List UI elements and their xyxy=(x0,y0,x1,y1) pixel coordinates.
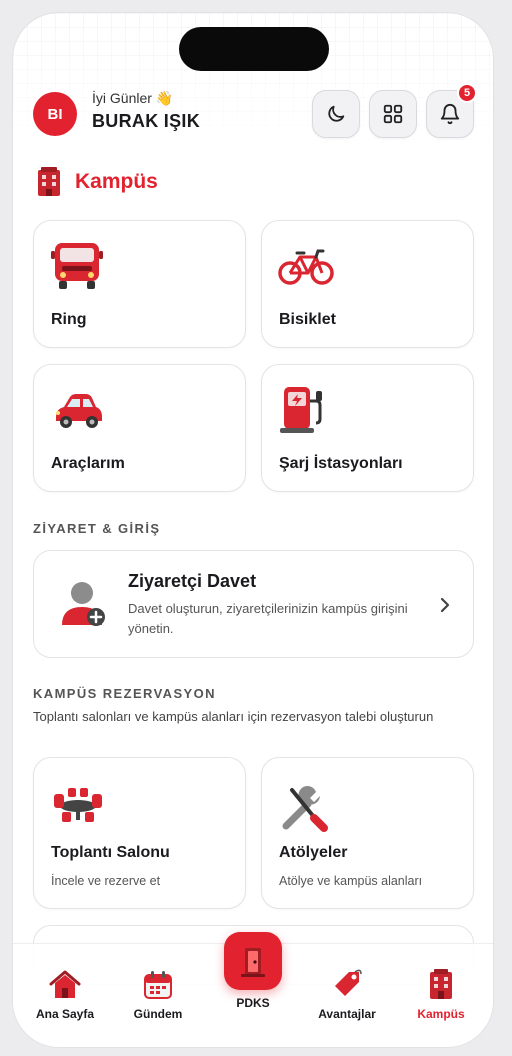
tag-icon xyxy=(302,966,392,1000)
nav-label: PDKS xyxy=(236,996,270,1010)
bus-icon xyxy=(50,239,104,296)
dynamic-island xyxy=(179,27,329,71)
car-icon xyxy=(50,391,106,438)
tools-icon xyxy=(278,782,330,839)
campus-section-title: Kampüs xyxy=(35,165,158,199)
chevron-right-icon xyxy=(439,597,451,618)
nav-label: Gündem xyxy=(133,1007,183,1021)
door-icon xyxy=(241,948,265,977)
tile-my-vehicles[interactable]: Araçlarım xyxy=(33,364,246,492)
ev-charger-icon xyxy=(278,383,328,440)
reservation-section-title: KAMPÜS REZERVASYON xyxy=(33,686,216,701)
tile-charging-stations[interactable]: Şarj İstasyonları xyxy=(261,364,474,492)
tile-label: Bisiklet xyxy=(279,311,336,328)
nav-item-agenda[interactable]: Gündem xyxy=(113,966,203,1021)
tile-workshops[interactable]: Atölyeler Atölye ve kampüs alanları xyxy=(261,757,474,909)
visitor-invite-title: Ziyaretçi Davet xyxy=(128,571,257,591)
visitor-invite-card[interactable]: Ziyaretçi Davet Davet oluşturun, ziyaret… xyxy=(33,550,474,658)
tile-label: Atölyeler xyxy=(279,844,348,861)
building-icon xyxy=(38,167,60,196)
nav-label: Avantajlar xyxy=(318,1007,376,1021)
reservation-section-description: Toplantı salonları ve kampüs alanları iç… xyxy=(33,709,434,724)
bottom-navigation: Ana Sayfa Gündem PDKS Avantajlar Kampüs xyxy=(13,932,493,1047)
nav-item-campus[interactable]: Kampüs xyxy=(396,966,486,1021)
greeting-text: İyi Günler 👋 xyxy=(92,90,174,106)
theme-toggle-button[interactable] xyxy=(312,90,360,138)
nav-label: Ana Sayfa xyxy=(35,1007,95,1021)
visitor-add-icon xyxy=(60,579,108,634)
building-icon xyxy=(396,966,486,1000)
avatar[interactable]: BI xyxy=(33,92,77,136)
tile-ring[interactable]: Ring xyxy=(33,220,246,348)
nav-item-home[interactable]: Ana Sayfa xyxy=(20,966,110,1021)
nav-item-pdks-button[interactable] xyxy=(224,932,282,990)
calendar-icon xyxy=(113,966,203,1000)
grid-icon xyxy=(383,104,403,124)
visitor-invite-description: Davet oluşturun, ziyaretçilerinizin kamp… xyxy=(128,601,408,636)
bell-icon xyxy=(440,104,460,125)
apps-grid-button[interactable] xyxy=(369,90,417,138)
visit-section-title: ZİYARET & GİRİŞ xyxy=(33,521,161,536)
moon-icon xyxy=(328,105,345,122)
tile-label: Araçlarım xyxy=(51,455,125,472)
tile-label: Ring xyxy=(51,311,87,328)
notification-badge: 5 xyxy=(457,83,477,103)
notifications-button[interactable]: 5 xyxy=(426,83,477,138)
bicycle-icon xyxy=(278,247,334,292)
tile-label: Toplantı Salonu xyxy=(51,844,170,861)
tile-label: Şarj İstasyonları xyxy=(279,455,403,472)
tile-subtitle: İncele ve rezerve et xyxy=(51,874,161,888)
tile-bicycle[interactable]: Bisiklet xyxy=(261,220,474,348)
campus-title: Kampüs xyxy=(75,170,158,193)
tile-subtitle: Atölye ve kampüs alanları xyxy=(279,874,423,888)
meeting-table-icon xyxy=(50,786,106,831)
user-name: BURAK IŞIK xyxy=(92,111,201,131)
tile-meeting-room[interactable]: Toplantı Salonu İncele ve rezerve et xyxy=(33,757,246,909)
home-icon xyxy=(20,966,110,1000)
nav-label: Kampüs xyxy=(417,1007,465,1021)
phone-screen: BI İyi Günler 👋 BURAK IŞIK 5 Kampüs Ring… xyxy=(13,13,493,1047)
nav-item-benefits[interactable]: Avantajlar xyxy=(302,966,392,1021)
header: BI İyi Günler 👋 BURAK IŞIK 5 xyxy=(33,83,477,140)
